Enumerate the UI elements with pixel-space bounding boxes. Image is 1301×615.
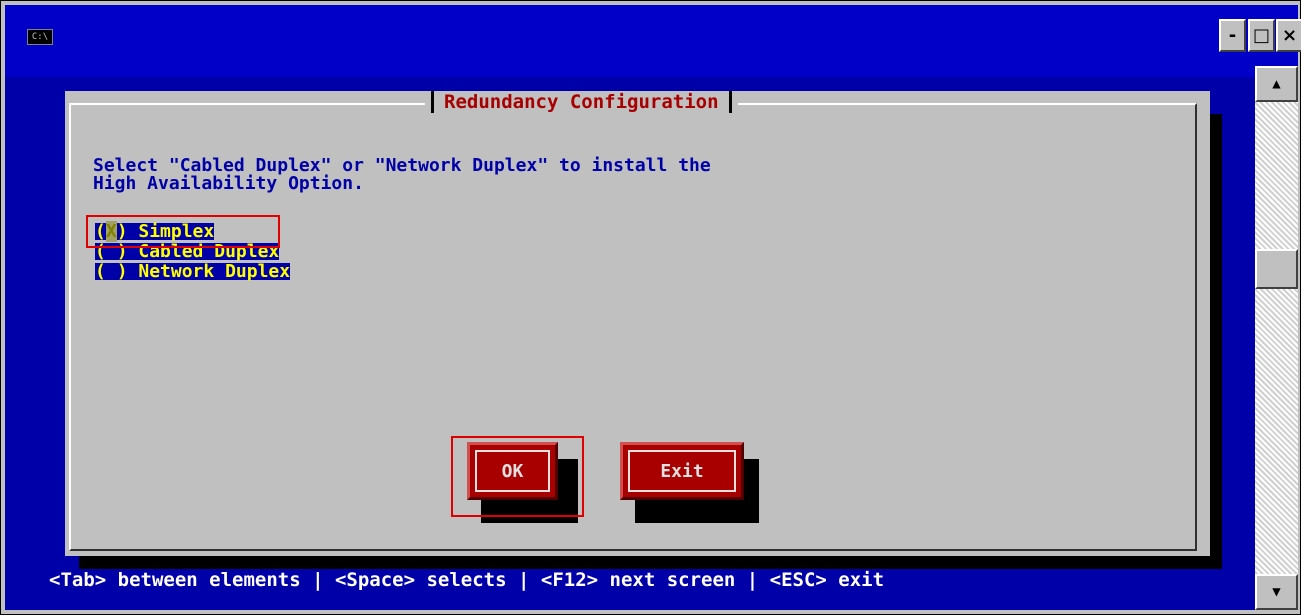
dialog-title: Redundancy Configuration: [444, 91, 719, 113]
radio-network-duplex[interactable]: ( ) Network Duplex: [95, 261, 291, 282]
instruction-text: Select "Cabled Duplex" or "Network Duple…: [93, 157, 711, 193]
arrow-up-icon: ▲: [1272, 76, 1281, 92]
minimize-button[interactable]: -: [1219, 19, 1246, 52]
dialog-title-bar: Redundancy Configuration: [425, 91, 738, 113]
radio-open: (: [95, 261, 106, 282]
window-titlebar[interactable]: C:\ - □ ×: [5, 5, 1301, 77]
radio-close: ): [116, 261, 128, 282]
option-label-network-duplex: Network Duplex: [127, 261, 291, 282]
key-help-statusline: <Tab> between elements | <Space> selects…: [49, 569, 885, 591]
radio-mark: [106, 261, 117, 282]
instruction-line-2: High Availability Option.: [93, 173, 364, 194]
arrow-down-icon: ▼: [1272, 584, 1281, 600]
close-button[interactable]: ×: [1276, 19, 1301, 52]
exit-button[interactable]: Exit: [620, 442, 744, 500]
exit-button-label: Exit: [628, 450, 736, 492]
scroll-down-button[interactable]: ▼: [1255, 574, 1298, 610]
scroll-up-button[interactable]: ▲: [1255, 66, 1298, 102]
vertical-scrollbar[interactable]: ▲ ▼: [1255, 66, 1298, 610]
ok-highlight-box: [451, 436, 584, 517]
simplex-highlight-box: [86, 215, 280, 248]
scroll-thumb[interactable]: [1255, 249, 1298, 289]
title-divider-right: [728, 91, 732, 113]
maximize-button[interactable]: □: [1248, 19, 1275, 52]
console-app-icon: C:\: [27, 29, 53, 45]
console-window: C:\ - □ × ▲ ▼ Redundancy Configuration S…: [0, 0, 1301, 615]
